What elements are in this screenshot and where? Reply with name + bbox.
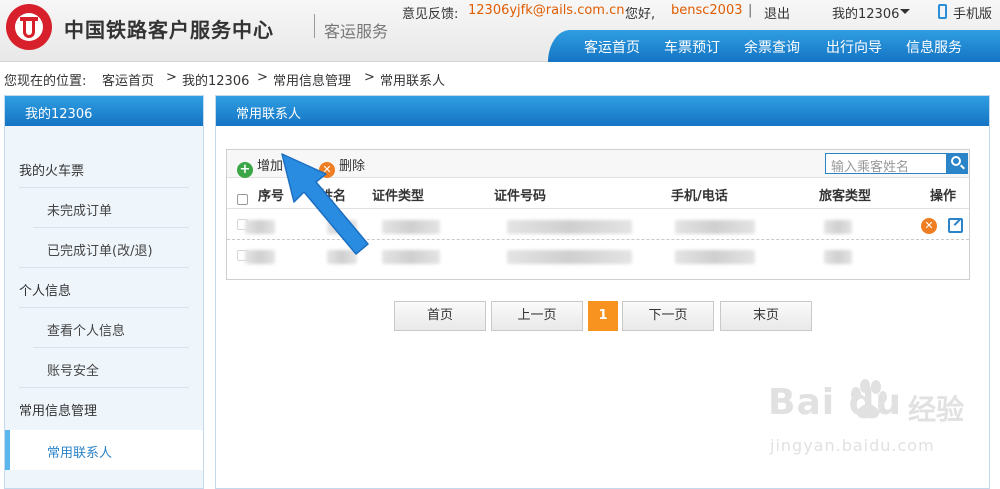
sidebar-item-account-security[interactable]: 账号安全 xyxy=(5,348,203,388)
sidebar-item-label: 常用信息管理 xyxy=(19,404,98,419)
panel-title: 常用联系人 xyxy=(216,96,989,126)
top-separator: | xyxy=(748,3,753,18)
paw-logo-icon xyxy=(851,379,887,419)
watermark-url: jingyan.baidu.com xyxy=(770,436,935,455)
mobile-phone-icon[interactable] xyxy=(938,4,947,19)
sidebar-item-label: 常用联系人 xyxy=(47,446,113,461)
nav-travel-guide[interactable]: 出行向导 xyxy=(826,37,882,57)
first-page-button[interactable]: 首页 xyxy=(394,301,486,331)
watermark-cn: 经验 xyxy=(908,393,965,426)
passenger-search-input[interactable]: 输入乘客姓名 xyxy=(825,153,947,175)
sidebar-title: 我的12306 xyxy=(5,96,203,126)
sidebar-item-contacts[interactable]: 常用联系人 xyxy=(5,430,203,470)
nav-info-service[interactable]: 信息服务 xyxy=(906,37,962,57)
redacted-cell xyxy=(245,220,275,234)
baidu-jingyan-watermark: Bai du 经验 jingyan.baidu.com xyxy=(768,378,993,468)
add-contact-button[interactable]: + 增加 xyxy=(237,155,283,178)
site-header: 中国铁路客户服务中心 客运服务 意见反馈: 12306yjfk@rails.co… xyxy=(0,0,1000,62)
sidebar-item-unfinished-orders[interactable]: 未完成订单 xyxy=(5,188,203,228)
sidebar-group-tickets[interactable]: 我的火车票 xyxy=(5,148,203,188)
col-id-number: 证件号码 xyxy=(494,189,547,204)
pointer-arrow-icon xyxy=(281,153,369,255)
sidebar-item-label: 账号安全 xyxy=(47,364,100,379)
nav-home[interactable]: 客运首页 xyxy=(584,37,640,57)
brand-subtitle: 客运服务 xyxy=(324,22,389,41)
next-page-button[interactable]: 下一页 xyxy=(622,301,714,331)
sidebar-item-label: 查看个人信息 xyxy=(47,324,126,339)
sidebar-item-finished-orders[interactable]: 已完成订单(改/退) xyxy=(5,228,203,268)
select-all-checkbox[interactable] xyxy=(237,194,248,205)
nav-ticket-query[interactable]: 余票查询 xyxy=(744,37,800,57)
sidebar-item-label: 未完成订单 xyxy=(47,204,113,219)
railway-logo-icon[interactable] xyxy=(6,4,52,50)
mobile-version-link[interactable]: 手机版 xyxy=(953,3,992,22)
sidebar-item-label: 我的火车票 xyxy=(19,164,85,179)
chevron-down-icon[interactable] xyxy=(900,9,910,14)
redacted-cell xyxy=(824,250,852,264)
redacted-cell xyxy=(507,220,632,234)
my-account-dropdown[interactable]: 我的12306 xyxy=(832,3,899,22)
breadcrumb-info-mgmt[interactable]: 常用信息管理 xyxy=(273,70,351,89)
breadcrumb-separator: > xyxy=(166,70,177,85)
sidebar-item-label: 个人信息 xyxy=(19,284,72,299)
sidebar: 我的12306 我的火车票 未完成订单 已完成订单(改/退) 个人信息 查看个人… xyxy=(4,95,204,489)
sidebar-item-view-profile[interactable]: 查看个人信息 xyxy=(5,308,203,348)
brand-title: 中国铁路客户服务中心 xyxy=(64,18,274,42)
plus-circle-icon: + xyxy=(237,162,253,178)
redacted-cell xyxy=(245,250,275,264)
redacted-cell xyxy=(824,220,852,234)
main-nav: 客运首页 车票预订 余票查询 出行向导 信息服务 xyxy=(548,30,1000,62)
nav-booking[interactable]: 车票预订 xyxy=(664,37,720,57)
feedback-email-link[interactable]: 12306yjfk@rails.com.cn xyxy=(468,3,625,21)
col-passenger-type: 旅客类型 xyxy=(819,189,872,204)
search-button[interactable] xyxy=(947,153,968,174)
redacted-cell xyxy=(675,220,755,234)
edit-icon[interactable] xyxy=(948,218,963,233)
username-link[interactable]: bensc2003 xyxy=(671,3,743,21)
prev-page-button[interactable]: 上一页 xyxy=(491,301,583,331)
brand-divider xyxy=(314,14,315,38)
sidebar-group-info-mgmt[interactable]: 常用信息管理 xyxy=(5,388,203,428)
redacted-cell xyxy=(382,220,440,234)
col-phone: 手机/电话 xyxy=(671,189,728,204)
breadcrumb-separator: > xyxy=(257,70,268,85)
redacted-cell xyxy=(507,250,632,264)
redacted-cell xyxy=(675,250,755,264)
last-page-button[interactable]: 末页 xyxy=(720,301,812,331)
delete-row-icon[interactable]: ✕ xyxy=(921,218,937,234)
current-page[interactable]: 1 xyxy=(588,301,618,331)
col-actions: 操作 xyxy=(930,189,957,204)
sidebar-item-label: 已完成订单(改/退) xyxy=(47,244,153,259)
breadcrumb-prefix: 您现在的位置: xyxy=(4,74,87,89)
greeting-text: 您好, xyxy=(625,7,656,22)
breadcrumb-separator: > xyxy=(364,70,375,85)
breadcrumb-home[interactable]: 客运首页 xyxy=(102,70,154,89)
redacted-cell xyxy=(382,250,440,264)
breadcrumb-my12306[interactable]: 我的12306 xyxy=(182,70,249,89)
feedback-label: 意见反馈: xyxy=(402,7,459,22)
sidebar-group-personal[interactable]: 个人信息 xyxy=(5,268,203,308)
app-window: 中国铁路客户服务中心 客运服务 意见反馈: 12306yjfk@rails.co… xyxy=(0,0,1000,489)
logout-link[interactable]: 退出 xyxy=(764,3,790,22)
breadcrumb-current: 常用联系人 xyxy=(380,74,446,89)
